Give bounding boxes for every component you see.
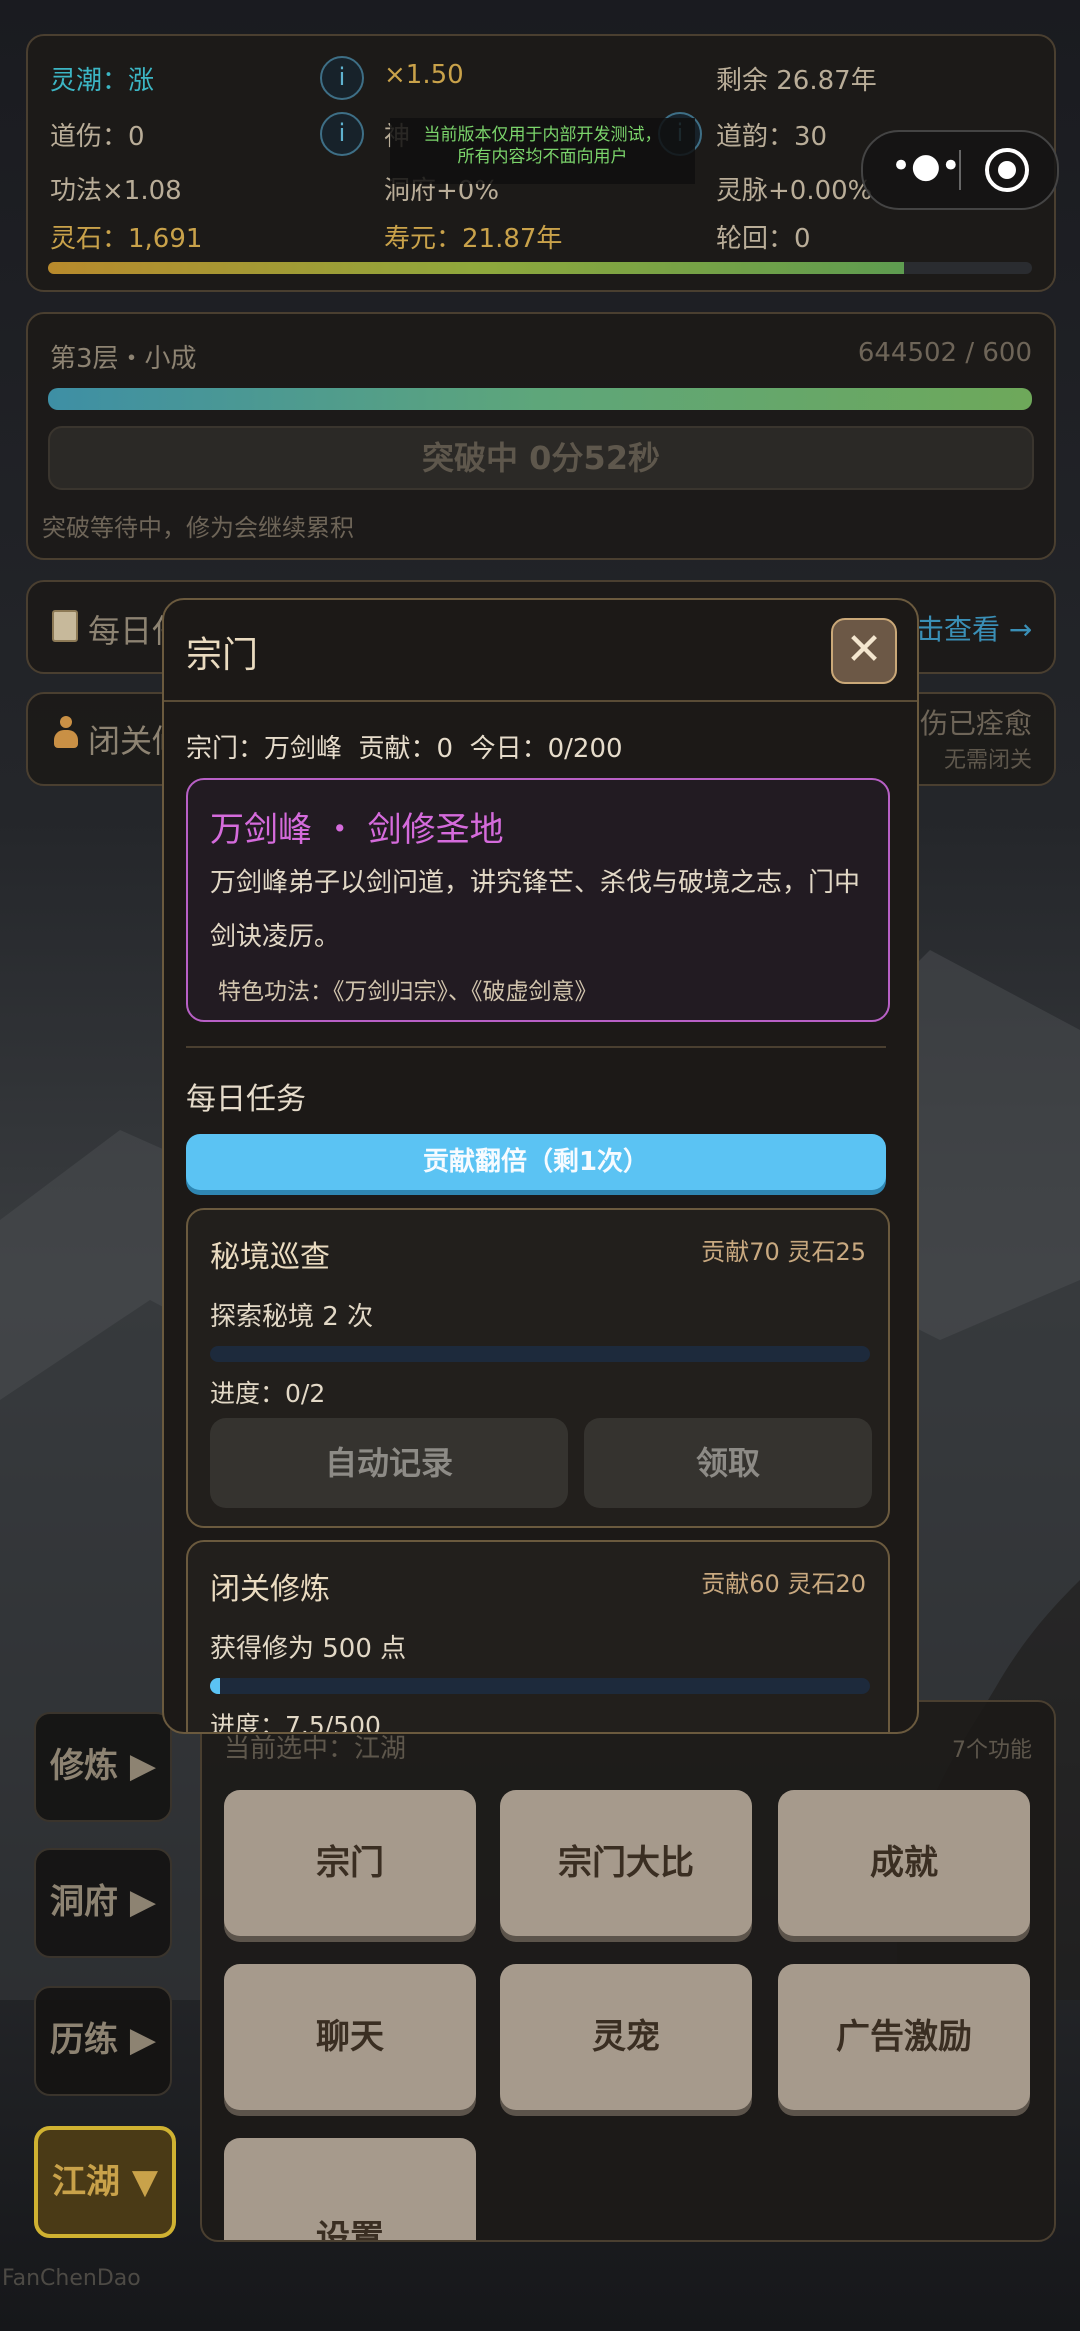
cultivation-exp: 644502 / 600 bbox=[857, 338, 1032, 368]
cultivation-bar bbox=[48, 388, 1032, 410]
lifespan: 寿元：21.87年 bbox=[384, 224, 563, 254]
function-count: 7个功能 bbox=[952, 1738, 1032, 1763]
miniprogram-capsule: •●• bbox=[861, 130, 1059, 210]
sect-description: 万剑峰弟子以剑问道，讲究锋芒、杀伐与破境之志，门中剑诀凌厉。 bbox=[210, 868, 861, 952]
grid-sect-tournament[interactable]: 宗门大比 bbox=[500, 1790, 752, 1936]
sect-feature: 特色功法：《万剑归宗》、《破虚剑意》 bbox=[218, 979, 598, 1005]
close-miniprogram-icon[interactable] bbox=[985, 148, 1029, 192]
grid-chat[interactable]: 聊天 bbox=[224, 1964, 476, 2110]
dao-wound: 道伤：0 bbox=[50, 122, 145, 152]
daily-tasks-link[interactable]: 击查看 → bbox=[916, 608, 1032, 648]
seclusion-status: 无需闭关 bbox=[943, 748, 1032, 773]
sect-name: 万剑峰 ・ 剑修圣地 bbox=[210, 810, 504, 850]
nav-jianghu[interactable]: 江湖 ▼ bbox=[34, 2126, 176, 2238]
task-progress-text: 进度：7.5/500 bbox=[210, 1711, 381, 1734]
task-reward: 贡献70 灵石25 bbox=[701, 1238, 866, 1266]
dao-rhyme: 道韵：30 bbox=[716, 122, 828, 152]
task-card: 闭关修炼 贡献60 灵石20 获得修为 500 点 进度：7.5/500 bbox=[186, 1540, 890, 1734]
nav-cultivate[interactable]: 修炼 ▶ bbox=[34, 1712, 172, 1822]
method-multiplier: 功法×1.08 bbox=[50, 176, 182, 206]
grid-sect[interactable]: 宗门 bbox=[224, 1790, 476, 1936]
cultivation-bar-fill bbox=[48, 388, 1032, 410]
dev-notice: 当前版本仅用于内部开发测试， 所有内容均不面向用户 bbox=[390, 118, 695, 184]
reincarnation: 轮回：0 bbox=[716, 224, 811, 254]
vein-bonus: 灵脉+0.00% bbox=[716, 176, 873, 206]
cultivation-level: 第3层・小成 bbox=[50, 344, 197, 374]
task-name: 秘境巡查 bbox=[210, 1240, 330, 1275]
task-progress-bar bbox=[210, 1346, 870, 1362]
remaining-time: 剩余 26.87年 bbox=[716, 66, 877, 96]
grid-achievements[interactable]: 成就 bbox=[778, 1790, 1030, 1936]
divider bbox=[164, 700, 917, 702]
task-name: 闭关修炼 bbox=[210, 1572, 330, 1607]
task-description: 探索秘境 2 次 bbox=[210, 1302, 374, 1332]
claim-button[interactable]: 领取 bbox=[584, 1418, 872, 1508]
dev-notice-line2: 所有内容均不面向用户 bbox=[457, 147, 628, 167]
watermark: FanChenDao bbox=[2, 2266, 141, 2291]
nav-cave[interactable]: 洞府 ▶ bbox=[34, 1848, 172, 1958]
grid-pets[interactable]: 灵宠 bbox=[500, 1964, 752, 2110]
task-card: 秘境巡查 贡献70 灵石25 探索秘境 2 次 进度：0/2 自动记录 领取 bbox=[186, 1208, 890, 1528]
lifespan-bar-fill bbox=[48, 262, 905, 274]
sect-summary: 宗门：万剑峰 贡献：0 今日：0/200 bbox=[186, 734, 623, 764]
divider bbox=[959, 150, 961, 190]
close-icon: ✕ bbox=[845, 624, 883, 675]
cultivation-panel: 第3层・小成 644502 / 600 突破中 0分52秒 突破等待中，修为会继… bbox=[26, 312, 1056, 560]
divider bbox=[186, 1046, 886, 1048]
grid-settings[interactable]: 设置 bbox=[224, 2138, 476, 2240]
lifespan-bar bbox=[48, 262, 1032, 274]
task-progress-fill bbox=[210, 1678, 220, 1694]
modal-title: 宗门 bbox=[186, 635, 259, 676]
grid-ad-reward[interactable]: 广告激励 bbox=[778, 1964, 1030, 2110]
info-icon[interactable]: i bbox=[320, 56, 364, 100]
task-progress-bar bbox=[210, 1678, 870, 1694]
clipboard-icon bbox=[52, 610, 78, 642]
task-reward: 贡献60 灵石20 bbox=[701, 1570, 866, 1598]
wound-status: 伤已痊愈 bbox=[919, 707, 1032, 740]
meditation-icon bbox=[54, 716, 78, 750]
breakthrough-button[interactable]: 突破中 0分52秒 bbox=[48, 426, 1034, 490]
cultivation-note: 突破等待中，修为会继续累积 bbox=[42, 514, 354, 542]
dev-notice-line1: 当前版本仅用于内部开发测试， bbox=[423, 125, 662, 145]
spirit-tide: 灵潮：涨 bbox=[50, 66, 155, 96]
daily-task-title: 每日任务 bbox=[186, 1082, 306, 1117]
task-progress-text: 进度：0/2 bbox=[210, 1379, 326, 1408]
task-description: 获得修为 500 点 bbox=[210, 1634, 407, 1664]
info-icon[interactable]: i bbox=[320, 112, 364, 156]
auto-record-button[interactable]: 自动记录 bbox=[210, 1418, 568, 1508]
more-icon[interactable]: •●• bbox=[891, 149, 961, 184]
function-panel: 当前选中：江湖 7个功能 宗门 宗门大比 成就 聊天 灵宠 广告激励 设置 bbox=[200, 1700, 1056, 2242]
nav-adventure[interactable]: 历练 ▶ bbox=[34, 1986, 172, 2096]
double-contribution-button[interactable]: 贡献翻倍（剩1次） bbox=[186, 1134, 886, 1190]
sect-card: 万剑峰 ・ 剑修圣地 万剑峰弟子以剑问道，讲究锋芒、杀伐与破境之志，门中剑诀凌厉… bbox=[186, 778, 890, 1022]
tide-multiplier: ×1.50 bbox=[384, 60, 464, 90]
spirit-stones: 灵石：1,691 bbox=[50, 224, 203, 254]
close-button[interactable]: ✕ bbox=[831, 618, 897, 684]
sect-modal: 宗门 ✕ 宗门：万剑峰 贡献：0 今日：0/200 万剑峰 ・ 剑修圣地 万剑峰… bbox=[162, 598, 919, 1734]
